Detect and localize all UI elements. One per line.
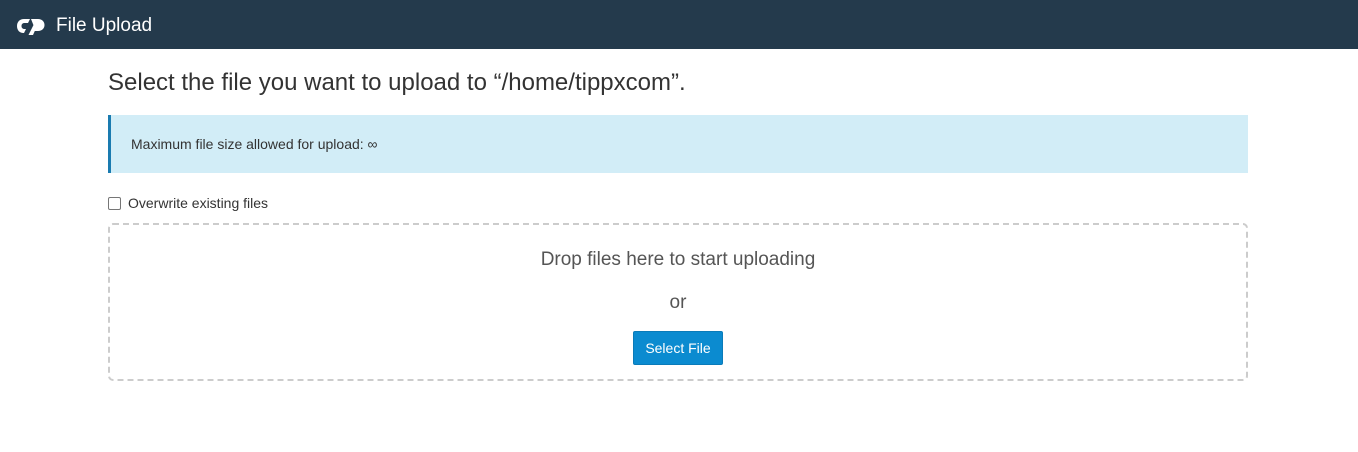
max-file-size-alert: Maximum file size allowed for upload: ∞ [108,115,1248,173]
select-file-button[interactable]: Select File [633,331,723,365]
cpanel-logo-icon[interactable] [15,16,47,36]
app-title: File Upload [56,15,153,36]
top-bar: File Upload [0,0,1358,49]
dropzone-or-label: or [669,292,687,313]
dropzone-prompt: Drop files here to start uploading [540,249,816,270]
file-dropzone[interactable]: Drop files here to start uploading or Se… [108,223,1248,381]
max-file-size-text: Maximum file size allowed for upload: ∞ [131,136,378,152]
overwrite-label[interactable]: Overwrite existing files [128,195,268,211]
page-title: Select the file you want to upload to “/… [108,69,686,96]
overwrite-checkbox[interactable] [108,196,121,210]
overwrite-option[interactable]: Overwrite existing files [108,193,268,213]
